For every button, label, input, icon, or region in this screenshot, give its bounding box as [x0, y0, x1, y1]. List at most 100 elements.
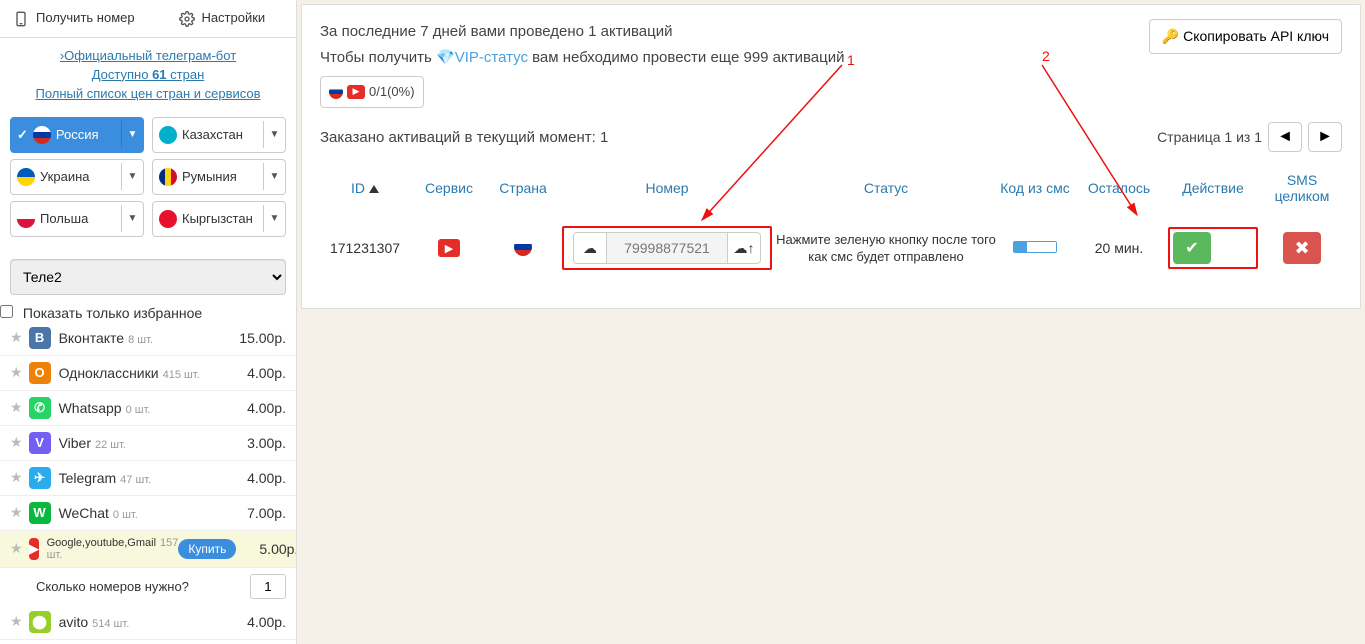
flag-kg-icon	[159, 210, 177, 228]
col-action[interactable]: Действие	[1168, 180, 1258, 196]
favorites-only-checkbox[interactable]	[0, 305, 13, 318]
chevron-down-icon[interactable]: ▼	[263, 121, 285, 148]
star-icon[interactable]: ★	[10, 399, 23, 416]
cancel-button[interactable]: ✖	[1283, 232, 1321, 264]
cell-left: 20 мин.	[1074, 240, 1164, 256]
pager: Страница 1 из 1 ◄ ►	[1157, 122, 1342, 152]
col-left[interactable]: Осталось	[1074, 180, 1164, 196]
service-item[interactable]: ★WWeChat0 шт.7.00р.	[0, 496, 296, 531]
cell-service: ▶	[414, 239, 484, 258]
flag-ro-icon	[159, 168, 177, 186]
progress-pill[interactable]: ▶ 0/1(0%)	[320, 76, 424, 108]
youtube-icon: ▶	[438, 239, 460, 257]
country-kz[interactable]: Казахстан▼	[152, 117, 286, 153]
buy-button[interactable]: Купить	[178, 539, 236, 559]
activations-table: ID Сервис Страна Номер Статус Код из смс…	[320, 164, 1342, 284]
qty-label: Сколько номеров нужно?	[10, 579, 242, 594]
link-countries-available[interactable]: Доступно 61 стран	[92, 67, 205, 82]
phone-number-input[interactable]	[607, 232, 727, 264]
star-icon[interactable]: ★	[10, 469, 23, 486]
col-code[interactable]: Код из смс	[1000, 180, 1070, 196]
number-highlight: ☁ ☁↑	[562, 226, 772, 270]
col-status[interactable]: Статус	[776, 180, 996, 196]
service-item[interactable]: ★ООдноклассники415 шт.4.00р.	[0, 356, 296, 391]
chevron-down-icon[interactable]: ▼	[263, 205, 285, 232]
service-icon: V	[29, 432, 51, 454]
progress-pill-text: 0/1(0%)	[369, 81, 415, 103]
col-sms[interactable]: SMS целиком	[1262, 172, 1342, 204]
cell-country	[488, 238, 558, 259]
sidebar-links: ›Официальный телеграм-бот Доступно 61 ст…	[0, 38, 296, 111]
stats-line1: За последние 7 дней вами проведено 1 акт…	[320, 19, 845, 45]
progress-bar	[1013, 241, 1057, 253]
country-ru[interactable]: ✓Россия▼	[10, 117, 144, 153]
flag-kz-icon	[159, 126, 177, 144]
service-item[interactable]: ★▶Google,youtube,Gmail157 шт.Купить5.00р…	[0, 531, 296, 568]
star-icon[interactable]: ★	[10, 613, 23, 630]
col-id[interactable]: ID	[320, 180, 410, 196]
link-telegram-bot[interactable]: ›Официальный телеграм-бот	[60, 48, 236, 63]
cell-id: 171231307	[320, 240, 410, 256]
service-icon: В	[29, 327, 51, 349]
table-row: 171231307 ▶ ☁ ☁↑ Нажмите зеленую кнопку …	[320, 212, 1342, 284]
col-number[interactable]: Номер	[562, 180, 772, 196]
tab-settings[interactable]: Настройки	[148, 0, 296, 37]
flag-ru-icon	[33, 126, 51, 144]
col-country[interactable]: Страна	[488, 180, 558, 196]
tab-get-number[interactable]: Получить номер	[0, 0, 148, 37]
confirm-button[interactable]: ✔	[1173, 232, 1211, 264]
stats-line2: Чтобы получить 💎VIP-статус вам небходимо…	[320, 45, 845, 71]
flag-ua-icon	[17, 168, 35, 186]
service-icon: ✈	[29, 467, 51, 489]
service-icon: О	[29, 362, 51, 384]
star-icon[interactable]: ★	[10, 504, 23, 521]
page-next-button[interactable]: ►	[1308, 122, 1342, 152]
star-icon[interactable]: ★	[10, 434, 23, 451]
flag-ru-icon	[514, 238, 532, 256]
chevron-down-icon[interactable]: ▼	[121, 205, 143, 232]
chevron-down-icon[interactable]: ▼	[263, 163, 285, 190]
gear-icon	[179, 11, 195, 27]
flag-pl-icon	[17, 210, 35, 228]
copy-number-button[interactable]: ☁	[573, 232, 607, 264]
youtube-icon: ▶	[347, 85, 365, 99]
service-item[interactable]: ★⬤avito514 шт.4.00р.	[0, 605, 296, 640]
phone-icon	[13, 11, 29, 27]
activations-panel: 1 2 За последние 7 дней вами проведено 1…	[301, 4, 1361, 309]
chevron-down-icon[interactable]: ▼	[121, 163, 143, 190]
star-icon[interactable]: ★	[10, 329, 23, 346]
tab-get-number-label: Получить номер	[36, 10, 135, 25]
country-ua[interactable]: Украина▼	[10, 159, 144, 195]
upload-number-button[interactable]: ☁↑	[727, 232, 761, 264]
col-service[interactable]: Сервис	[414, 180, 484, 196]
link-price-list[interactable]: Полный список цен стран и сервисов	[35, 86, 260, 101]
star-icon[interactable]: ★	[10, 364, 23, 381]
service-icon: W	[29, 502, 51, 524]
service-item[interactable]: ★VViber22 шт.3.00р.	[0, 426, 296, 461]
country-grid: ✓Россия▼Казахстан▼Украина▼Румыния▼Польша…	[0, 111, 296, 249]
cell-code	[1000, 240, 1070, 256]
page-prev-button[interactable]: ◄	[1268, 122, 1302, 152]
service-item[interactable]: ★✆Whatsapp0 шт.4.00р.	[0, 391, 296, 426]
page-label: Страница 1 из 1	[1157, 129, 1262, 145]
chevron-down-icon[interactable]: ▼	[121, 121, 143, 148]
service-icon: ✆	[29, 397, 51, 419]
key-icon: 🔑	[1162, 28, 1179, 44]
service-item[interactable]: ★⬤avito+переадресация5 шт.45р.	[0, 640, 296, 644]
country-kg[interactable]: Кыргызстан▼	[152, 201, 286, 237]
qty-input[interactable]	[250, 574, 286, 599]
cell-sms: ✖	[1262, 232, 1342, 264]
operator-select[interactable]: Теле2	[10, 259, 286, 295]
action-highlight: ✔	[1168, 227, 1258, 269]
favorites-only-label: Показать только избранное	[23, 305, 202, 321]
country-ro[interactable]: Румыния▼	[152, 159, 286, 195]
vip-status-link[interactable]: 💎VIP-статус	[436, 49, 528, 66]
service-list: ★ВВконтакте8 шт.15.00р.★ООдноклассники41…	[0, 321, 296, 644]
sidebar-tabs: Получить номер Настройки	[0, 0, 296, 38]
cell-status: Нажмите зеленую кнопку после того как см…	[776, 231, 996, 266]
copy-api-key-button[interactable]: 🔑 Скопировать API ключ	[1149, 19, 1342, 54]
star-icon[interactable]: ★	[10, 540, 23, 557]
service-item[interactable]: ★✈Telegram47 шт.4.00р.	[0, 461, 296, 496]
country-pl[interactable]: Польша▼	[10, 201, 144, 237]
sidebar: Получить номер Настройки ›Официальный те…	[0, 0, 297, 644]
